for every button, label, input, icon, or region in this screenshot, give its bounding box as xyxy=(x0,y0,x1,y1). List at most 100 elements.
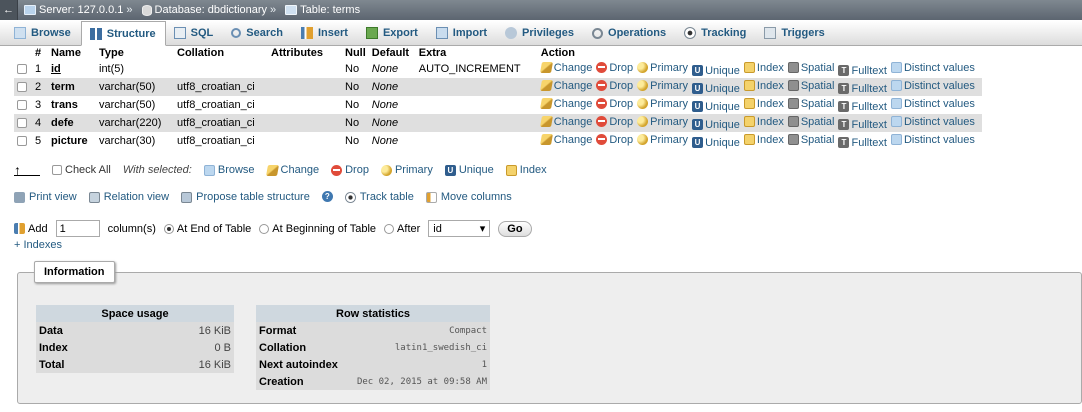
breadcrumb-table[interactable]: Table: terms xyxy=(285,4,360,16)
at-beginning-radio[interactable]: At Beginning of Table xyxy=(259,223,376,235)
primary-button[interactable]: Primary xyxy=(637,134,688,146)
fulltext-button[interactable]: T Fulltext xyxy=(838,101,887,113)
unique-button[interactable]: U Unique xyxy=(692,119,740,131)
tab-export[interactable]: Export xyxy=(358,21,428,45)
tab-import[interactable]: Import xyxy=(428,21,497,45)
drop-button[interactable]: Drop xyxy=(596,80,633,92)
track-table-link[interactable]: Track table xyxy=(344,191,414,203)
tab-search[interactable]: Search xyxy=(223,21,293,45)
row-checkbox[interactable] xyxy=(17,100,27,111)
drop-button[interactable]: Drop xyxy=(596,62,633,74)
distinct-values-button[interactable]: Distinct values xyxy=(890,116,975,128)
radio-off-icon[interactable] xyxy=(384,223,395,234)
change-button[interactable]: Change xyxy=(539,80,592,92)
check-all-checkbox[interactable] xyxy=(52,165,62,175)
field-type: varchar(220) xyxy=(96,114,174,132)
back-arrow-icon[interactable]: ← xyxy=(0,0,18,20)
change-button[interactable]: Change xyxy=(539,62,592,74)
index-button[interactable]: Index xyxy=(743,98,784,110)
row-checkbox-cell[interactable] xyxy=(14,96,32,114)
field-name[interactable]: id xyxy=(48,60,96,78)
relation-view-link[interactable]: Relation view xyxy=(88,191,169,203)
primary-button[interactable]: Primary xyxy=(637,62,688,74)
go-button[interactable]: Go xyxy=(498,220,532,237)
drop-button[interactable]: Drop xyxy=(596,116,633,128)
primary-button[interactable]: Primary xyxy=(637,116,688,128)
bulk-browse-button[interactable]: Browse xyxy=(203,164,255,176)
field-name[interactable]: trans xyxy=(48,96,96,114)
row-checkbox-cell[interactable] xyxy=(14,78,32,96)
after-field-select[interactable]: id ▾ xyxy=(428,220,491,237)
bulk-primary-button[interactable]: Primary xyxy=(380,164,433,176)
field-name[interactable]: term xyxy=(48,78,96,96)
space-usage-value: 0 B xyxy=(130,339,234,356)
tab-browse[interactable]: Browse xyxy=(6,21,81,45)
index-button[interactable]: Index xyxy=(743,62,784,74)
tab-operations[interactable]: Operations xyxy=(584,21,676,45)
distinct-values-button[interactable]: Distinct values xyxy=(890,134,975,146)
tab-sql[interactable]: SQL xyxy=(166,21,224,45)
print-view-link[interactable]: Print view xyxy=(14,191,77,203)
space-usage-value: 16 KiB xyxy=(130,322,234,339)
change-button[interactable]: Change xyxy=(539,134,592,146)
field-extra: AUTO_INCREMENT xyxy=(415,60,538,78)
triggers-icon xyxy=(764,27,777,39)
radio-on-icon[interactable] xyxy=(163,223,174,234)
unique-button[interactable]: U Unique xyxy=(692,65,740,77)
unique-button[interactable]: U Unique xyxy=(692,83,740,95)
index-icon xyxy=(743,134,755,145)
distinct-values-button[interactable]: Distinct values xyxy=(890,62,975,74)
check-all[interactable]: Check All xyxy=(52,164,111,176)
help-icon[interactable]: ? xyxy=(321,191,333,202)
bulk-drop-button[interactable]: Drop xyxy=(331,164,369,176)
field-name[interactable]: defe xyxy=(48,114,96,132)
field-name[interactable]: picture xyxy=(48,132,96,150)
drop-button[interactable]: Drop xyxy=(596,98,633,110)
bulk-change-button[interactable]: Change xyxy=(265,164,319,176)
bulk-unique-button[interactable]: U Unique xyxy=(444,164,494,176)
row-checkbox[interactable] xyxy=(17,118,27,129)
row-checkbox-cell[interactable] xyxy=(14,60,32,78)
spatial-button[interactable]: Spatial xyxy=(787,134,834,146)
fulltext-button[interactable]: T Fulltext xyxy=(838,83,887,95)
change-button[interactable]: Change xyxy=(539,98,592,110)
row-checkbox[interactable] xyxy=(17,136,27,147)
tab-insert[interactable]: Insert xyxy=(293,21,358,45)
index-button[interactable]: Index xyxy=(743,134,784,146)
fulltext-button[interactable]: T Fulltext xyxy=(838,65,887,77)
tab-privileges[interactable]: Privileges xyxy=(497,21,584,45)
row-checkbox[interactable] xyxy=(17,82,27,93)
primary-button[interactable]: Primary xyxy=(637,80,688,92)
fulltext-button[interactable]: T Fulltext xyxy=(838,119,887,131)
at-end-radio[interactable]: At End of Table xyxy=(163,223,251,235)
breadcrumb-server[interactable]: Server: 127.0.0.1 xyxy=(24,4,123,16)
column-count-input[interactable] xyxy=(55,220,100,237)
index-button[interactable]: Index xyxy=(743,116,784,128)
spatial-button[interactable]: Spatial xyxy=(787,116,834,128)
tab-structure[interactable]: Structure xyxy=(80,21,166,46)
spatial-button[interactable]: Spatial xyxy=(787,80,834,92)
radio-off-icon[interactable] xyxy=(259,223,270,234)
move-columns-link[interactable]: Move columns xyxy=(425,191,512,203)
change-button[interactable]: Change xyxy=(539,116,592,128)
tab-triggers[interactable]: Triggers xyxy=(756,21,834,45)
tab-tracking[interactable]: Tracking xyxy=(676,21,756,45)
row-checkbox-cell[interactable] xyxy=(14,114,32,132)
unique-button[interactable]: U Unique xyxy=(692,137,740,149)
primary-button[interactable]: Primary xyxy=(637,98,688,110)
distinct-values-button[interactable]: Distinct values xyxy=(890,80,975,92)
unique-button[interactable]: U Unique xyxy=(692,101,740,113)
indexes-link[interactable]: + Indexes xyxy=(14,239,62,251)
index-button[interactable]: Index xyxy=(743,80,784,92)
spatial-button[interactable]: Spatial xyxy=(787,62,834,74)
row-checkbox-cell[interactable] xyxy=(14,132,32,150)
spatial-button[interactable]: Spatial xyxy=(787,98,834,110)
breadcrumb-database[interactable]: Database: dbdictionary xyxy=(141,4,267,16)
drop-button[interactable]: Drop xyxy=(596,134,633,146)
distinct-values-button[interactable]: Distinct values xyxy=(890,98,975,110)
propose-structure-link[interactable]: Propose table structure xyxy=(181,191,310,203)
after-radio[interactable]: After xyxy=(384,223,420,235)
fulltext-button[interactable]: T Fulltext xyxy=(838,137,887,149)
row-checkbox[interactable] xyxy=(17,64,27,75)
bulk-index-button[interactable]: Index xyxy=(505,164,547,176)
